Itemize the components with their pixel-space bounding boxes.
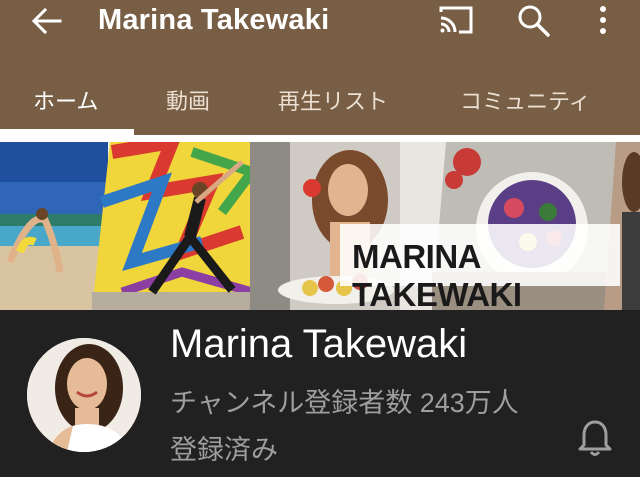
banner-photo-graffiti [92,142,264,310]
app-bar: Marina Takewaki ホーム 動画 再生リスト コミュニティ [0,0,640,135]
more-vertical-icon[interactable] [592,4,614,38]
banner-title: MARINA TAKEWAKI [352,238,522,310]
channel-banner: MARINA TAKEWAKI [0,142,640,310]
tab-playlists[interactable]: 再生リスト [278,84,388,116]
subscriber-count: チャンネル登録者数 243万人 [170,388,519,418]
search-icon[interactable] [515,2,553,40]
avatar[interactable] [27,338,141,452]
bell-icon[interactable] [576,418,614,458]
cast-icon[interactable] [437,4,475,36]
back-arrow-icon[interactable] [28,2,66,40]
channel-name: Marina Takewaki [170,322,468,366]
tab-videos[interactable]: 動画 [166,84,210,116]
tab-home[interactable]: ホーム [33,84,98,116]
channel-title: Marina Takewaki [98,4,330,36]
subscription-status[interactable]: 登録済み [170,428,278,467]
tab-community[interactable]: コミュニティ [460,84,591,116]
divider [0,135,640,142]
